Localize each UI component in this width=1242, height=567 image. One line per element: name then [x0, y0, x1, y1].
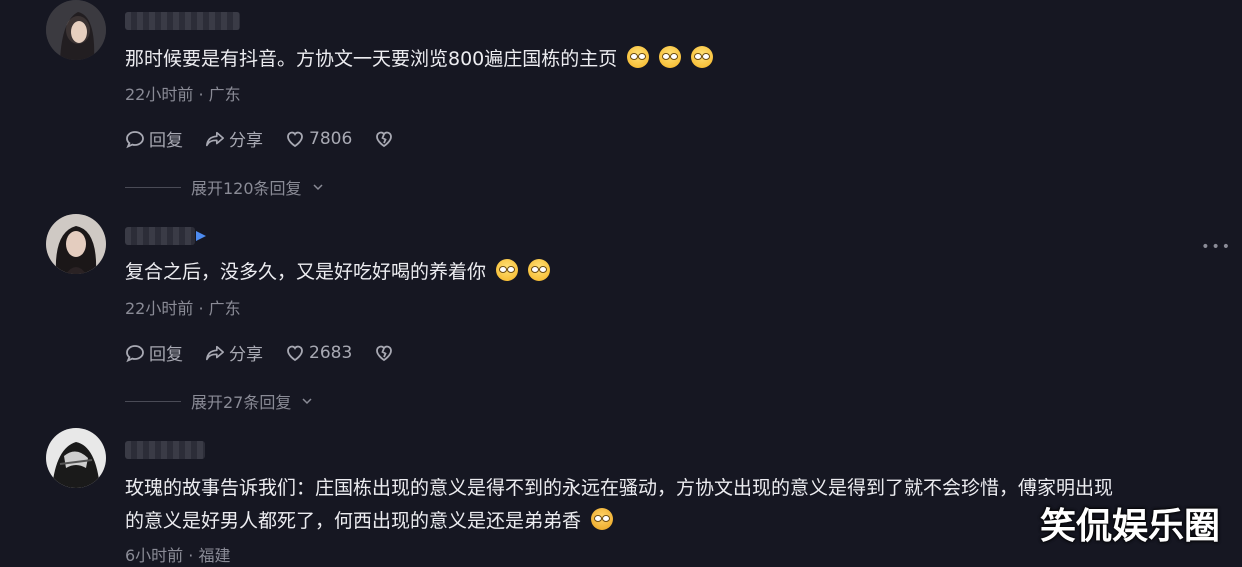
reply-icon	[126, 130, 144, 148]
comment-text: 那时候要是有抖音。方协文一天要浏览800遍庄国栋的主页	[125, 44, 714, 74]
comment-text-content: 的意义是好男人都死了，何西出现的意义是还是弟弟香	[125, 510, 582, 532]
share-label: 分享	[229, 131, 263, 151]
reply-icon	[126, 344, 144, 362]
reply-button[interactable]: 回复	[125, 126, 183, 151]
comment-text-line2: 的意义是好男人都死了，何西出现的意义是还是弟弟香	[125, 506, 614, 536]
expand-replies-label: 展开27条回复	[191, 393, 292, 412]
comment-text-content: 那时候要是有抖音。方协文一天要浏览800遍庄国栋的主页	[125, 48, 618, 70]
emoji-smile-icon	[496, 259, 519, 281]
username-redacted[interactable]	[125, 12, 240, 30]
comment-text: 复合之后，没多久，又是好吃好喝的养着你	[125, 257, 551, 287]
chevron-down-icon	[313, 184, 323, 191]
emoji-smile-icon	[627, 46, 650, 68]
share-label: 分享	[229, 345, 263, 365]
divider-line	[125, 186, 181, 188]
share-button[interactable]: 分享	[205, 126, 263, 151]
expand-replies-label: 展开120条回复	[191, 179, 302, 198]
username-redacted[interactable]	[125, 441, 205, 459]
watermark: 笑侃娱乐圈	[1039, 506, 1220, 547]
comment-text-line1: 玫瑰的故事告诉我们：庄国栋出现的意义是得不到的永远在骚动，方协文出现的意义是得到…	[125, 477, 1114, 499]
emoji-smile-icon	[659, 46, 682, 68]
divider-line	[125, 400, 181, 402]
comment-meta: 6小时前 · 福建	[125, 546, 231, 565]
expand-replies-button[interactable]: 展开27条回复	[125, 389, 313, 413]
username-redacted[interactable]	[125, 227, 195, 245]
emoji-smile-icon	[528, 259, 551, 281]
like-button[interactable]: 7806	[285, 129, 352, 149]
reply-label: 回复	[149, 345, 183, 365]
heart-icon	[287, 131, 303, 147]
dislike-button[interactable]	[374, 343, 394, 363]
avatar[interactable]	[46, 214, 106, 274]
verified-badge-icon	[196, 231, 206, 241]
avatar[interactable]	[46, 428, 106, 488]
like-button[interactable]: 2683	[285, 343, 352, 363]
share-icon	[206, 345, 224, 360]
avatar[interactable]	[46, 0, 106, 60]
expand-replies-button[interactable]: 展开120条回复	[125, 175, 324, 199]
share-icon	[206, 131, 224, 146]
broken-heart-icon	[376, 345, 393, 361]
reply-label: 回复	[149, 131, 183, 151]
comment-meta: 22小时前 · 广东	[125, 85, 241, 104]
reply-button[interactable]: 回复	[125, 340, 183, 365]
comment-actions: 回复 分享 7806	[125, 126, 394, 151]
broken-heart-icon	[376, 131, 393, 147]
comment-meta: 22小时前 · 广东	[125, 299, 241, 318]
emoji-smile-icon	[691, 46, 714, 68]
like-count: 2683	[309, 342, 353, 363]
comment-text-content: 复合之后，没多久，又是好吃好喝的养着你	[125, 261, 487, 283]
comment-actions: 回复 分享 2683	[125, 340, 394, 365]
more-options-icon[interactable]: •••	[1201, 239, 1232, 255]
heart-icon	[287, 345, 303, 361]
share-button[interactable]: 分享	[205, 340, 263, 365]
emoji-thinking-icon	[591, 508, 614, 530]
like-count: 7806	[309, 128, 353, 149]
dislike-button[interactable]	[374, 129, 394, 149]
chevron-down-icon	[302, 398, 312, 405]
